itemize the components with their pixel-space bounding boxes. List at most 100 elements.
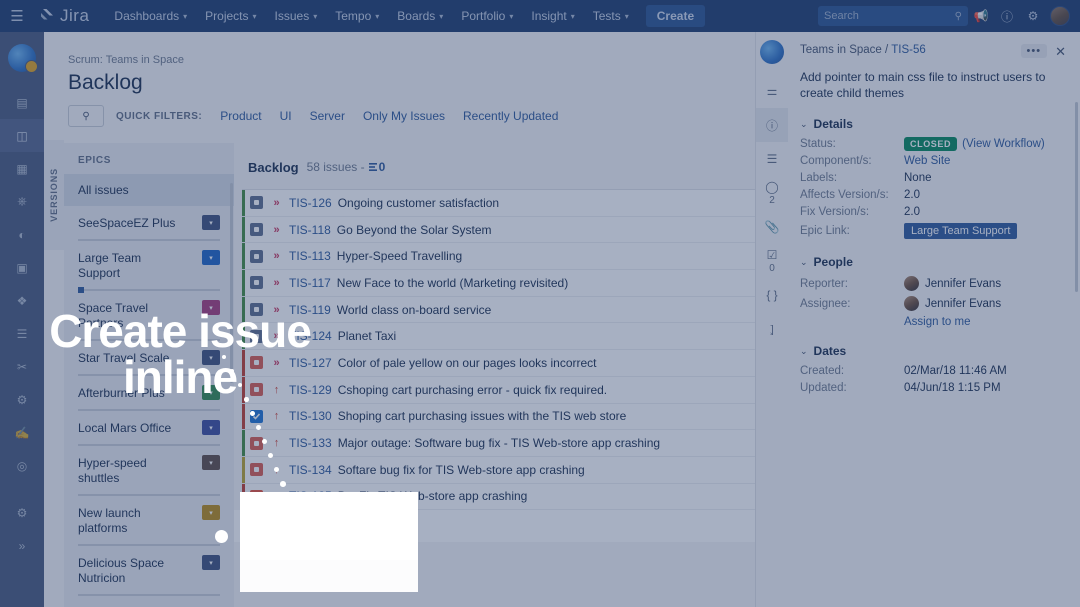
quick-filters-label: QUICK FILTERS: (116, 110, 203, 122)
view-workflow-link[interactable]: (View Workflow) (962, 138, 1045, 150)
avatar[interactable] (1050, 6, 1070, 26)
issue-type-icon[interactable] (250, 463, 263, 477)
description-icon[interactable]: ☰ (756, 142, 788, 176)
code-icon[interactable]: { } (756, 278, 788, 312)
quick-filter-ui[interactable]: UI (280, 109, 292, 123)
field-label: Labels: (800, 172, 838, 184)
pointer-dot (250, 411, 255, 416)
epic-color-swatch[interactable]: ▾ (202, 455, 220, 470)
priority-icon: » (273, 196, 280, 209)
quick-filter-product[interactable]: Product (220, 109, 261, 123)
project-avatar[interactable] (8, 44, 38, 73)
epic-item[interactable]: Large Team Support ▾ (64, 241, 234, 293)
field-label: Affects Version/s: (800, 189, 889, 201)
nav-item-boards[interactable]: Boards ▾ (388, 0, 452, 32)
people-section-title: People (813, 255, 853, 269)
detail-issue-key[interactable]: TIS-56 (891, 44, 926, 56)
row-color-bar (242, 403, 245, 430)
detail-scrollbar[interactable] (1075, 102, 1078, 292)
target-icon[interactable]: ◎ (0, 449, 44, 482)
notes-icon[interactable]: ✍ (0, 416, 44, 449)
expand-sidebar-icon[interactable]: » (0, 529, 44, 562)
nav-item-tempo[interactable]: Tempo ▾ (326, 0, 388, 32)
versions-tab[interactable]: VERSIONS (44, 140, 64, 250)
issue-key[interactable]: TIS-134 (289, 463, 332, 477)
created-value: 02/Mar/18 11:46 AM (904, 365, 1007, 377)
quick-filter-server[interactable]: Server (310, 109, 345, 123)
epic-color-swatch[interactable]: ▾ (202, 420, 220, 435)
nav-item-projects[interactable]: Projects ▾ (196, 0, 265, 32)
megaphone-icon[interactable]: 📢 (968, 0, 994, 32)
global-search-input[interactable]: Search ⚲ (818, 6, 968, 26)
status-badge: CLOSED (904, 137, 958, 151)
epic-item[interactable]: New launch platforms ▾ (64, 496, 234, 546)
assignee-name[interactable]: Jennifer Evans (925, 298, 1001, 310)
epic-item[interactable]: SeeSpaceEZ Plus ▾ (64, 206, 234, 241)
settings-icon[interactable]: ⚙ (1020, 0, 1046, 32)
field-label: Epic Link: (800, 225, 850, 237)
spotlight-highlight-lower (240, 560, 418, 592)
people-section-header[interactable]: ⌄ People (800, 255, 1066, 269)
monitor-icon[interactable]: ▣ (0, 251, 44, 284)
assign-to-me-link[interactable]: Assign to me (904, 316, 1066, 328)
nav-item-portfolio[interactable]: Portfolio ▾ (452, 0, 522, 32)
epic-item[interactable]: Local Mars Office ▾ (64, 411, 234, 446)
issue-type-icon[interactable] (250, 196, 263, 210)
create-button[interactable]: Create (645, 5, 706, 27)
issue-key[interactable]: TIS-126 (289, 196, 332, 210)
detail-project-name[interactable]: Teams in Space / (800, 44, 888, 56)
epic-color-swatch[interactable]: ▾ (202, 505, 220, 520)
columns-icon[interactable]: ⚌ (756, 74, 788, 108)
quick-filter-recently-updated[interactable]: Recently Updated (463, 109, 558, 123)
board-stack-icon[interactable]: ◫ (0, 119, 44, 152)
issue-key[interactable]: TIS-130 (289, 409, 332, 423)
issue-type-icon[interactable] (250, 276, 263, 290)
releases-icon[interactable]: ⎈ (0, 185, 44, 218)
epic-item[interactable]: Hyper-speed shuttles ▾ (64, 446, 234, 496)
close-icon[interactable]: ✕ (1055, 44, 1066, 60)
issue-key[interactable]: TIS-117 (289, 276, 331, 290)
attachments-icon[interactable]: 📎 (756, 210, 788, 244)
nav-item-insight[interactable]: Insight ▾ (522, 0, 583, 32)
quick-filter-only-my-issues[interactable]: Only My Issues (363, 109, 445, 123)
nav-item-tests[interactable]: Tests ▾ (584, 0, 638, 32)
epic-item-all-issues[interactable]: All issues (64, 174, 234, 206)
annotation-line-1: Create issue (49, 305, 312, 357)
help-icon[interactable]: ⓘ (994, 0, 1020, 32)
project-settings-icon[interactable]: ⚙ (0, 496, 44, 529)
links-icon[interactable]: ⦎ (756, 312, 788, 346)
reporter-name[interactable]: Jennifer Evans (925, 278, 1001, 290)
search-icon[interactable]: ⚲ (68, 105, 104, 127)
issue-key[interactable]: TIS-113 (289, 249, 331, 263)
issue-type-icon[interactable] (250, 436, 263, 450)
subtasks-icon[interactable]: ☑ 0 (756, 244, 788, 278)
jira-logo[interactable]: Jira (34, 6, 105, 26)
backlog-icon[interactable]: ▤ (0, 86, 44, 119)
issue-key[interactable]: TIS-118 (289, 223, 331, 237)
nav-label: Dashboards (114, 9, 180, 23)
epic-color-swatch[interactable]: ▾ (202, 250, 220, 265)
comments-icon[interactable]: ◯ 2 (756, 176, 788, 210)
details-section-header[interactable]: ⌄ Details (800, 117, 1066, 131)
field-value: None (904, 172, 932, 184)
issue-type-icon[interactable] (250, 223, 263, 237)
epic-link-chip[interactable]: Large Team Support (904, 223, 1018, 239)
reports-icon[interactable]: ◐ (0, 218, 44, 251)
row-color-bar (242, 243, 245, 270)
project-avatar[interactable] (760, 40, 784, 64)
nav-item-dashboards[interactable]: Dashboards ▾ (105, 0, 196, 32)
issue-summary: Shoping cart purchasing issues with the … (337, 409, 627, 424)
epic-item[interactable]: Delicious Space Nutricion ▾ (64, 546, 234, 596)
more-actions-button[interactable]: ••• (1020, 44, 1048, 58)
nav-item-issues[interactable]: Issues ▾ (266, 0, 327, 32)
issue-type-icon[interactable] (250, 249, 263, 263)
info-icon[interactable]: ⓘ (756, 108, 788, 142)
epic-color-swatch[interactable]: ▾ (202, 555, 220, 570)
issue-key[interactable]: TIS-133 (289, 436, 332, 450)
columns-icon[interactable]: ▦ (0, 152, 44, 185)
dates-section-header[interactable]: ⌄ Dates (800, 344, 1066, 358)
epic-color-swatch[interactable]: ▾ (202, 215, 220, 230)
hamburger-icon[interactable]: ☰ (0, 7, 34, 25)
backlog-badge-value: 0 (378, 160, 386, 174)
field-value[interactable]: Web Site (904, 155, 950, 167)
